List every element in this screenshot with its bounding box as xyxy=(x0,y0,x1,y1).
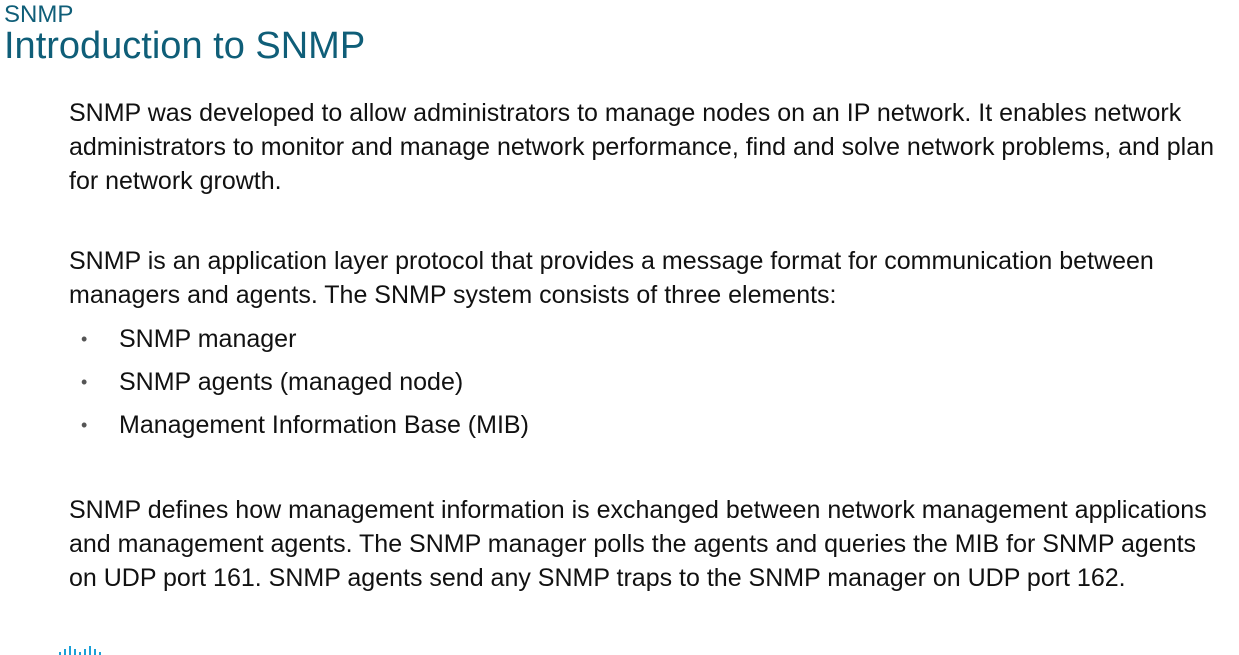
list-item-text: Management Information Base (MIB) xyxy=(119,411,529,439)
bullet-icon: • xyxy=(81,372,88,392)
bullet-icon: • xyxy=(81,329,88,349)
bullet-icon: • xyxy=(81,415,88,435)
list-item-text: SNMP agents (managed node) xyxy=(119,368,464,396)
list-item: • Management Information Base (MIB) xyxy=(69,404,1229,447)
cisco-logo-icon xyxy=(59,646,101,655)
page-title: Introduction to SNMP xyxy=(4,25,366,67)
intro-paragraph: SNMP was developed to allow administrato… xyxy=(69,99,1215,195)
list-item-text: SNMP manager xyxy=(119,325,297,353)
list-item: • SNMP manager xyxy=(69,318,1229,361)
protocol-paragraph: SNMP is an application layer protocol th… xyxy=(69,247,1154,309)
elements-list: • SNMP manager • SNMP agents (managed no… xyxy=(69,318,1229,447)
exchange-paragraph: SNMP defines how management information … xyxy=(69,496,1207,592)
slide-body: SNMP was developed to allow administrato… xyxy=(69,96,1229,595)
slide-header: SNMP Introduction to SNMP xyxy=(4,0,366,67)
list-item: • SNMP agents (managed node) xyxy=(69,361,1229,404)
